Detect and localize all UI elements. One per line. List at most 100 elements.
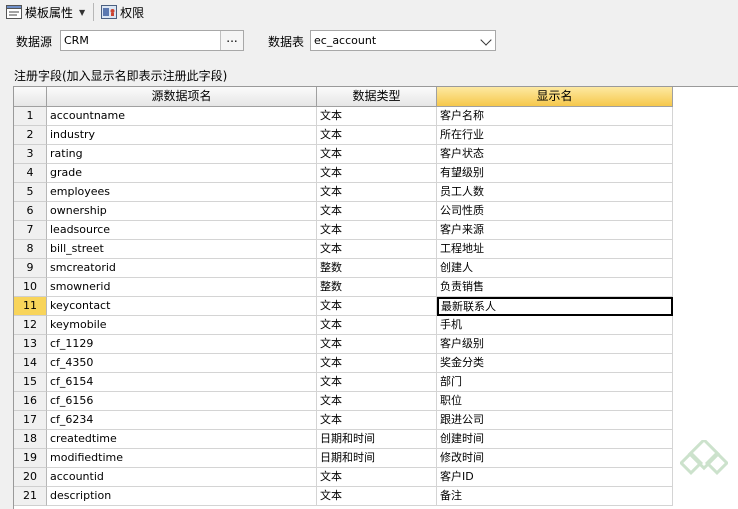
row-number-cell: 4: [14, 164, 47, 183]
table-row[interactable]: 7 leadsource 文本 客户来源: [14, 221, 738, 240]
table-row[interactable]: 16 cf_6156 文本 职位: [14, 392, 738, 411]
source-field-cell: cf_4350: [47, 354, 317, 373]
source-field-cell: bill_street: [47, 240, 317, 259]
table-value: ec_account: [314, 34, 377, 47]
display-name-cell[interactable]: 跟进公司: [437, 411, 673, 430]
table-row[interactable]: 3 rating 文本 客户状态: [14, 145, 738, 164]
display-name-cell[interactable]: 所在行业: [437, 126, 673, 145]
row-number-cell: 2: [14, 126, 47, 145]
data-type-cell: 日期和时间: [317, 449, 437, 468]
table-row[interactable]: 6 ownership 文本 公司性质: [14, 202, 738, 221]
row-number-cell: 5: [14, 183, 47, 202]
row-number-cell: 3: [14, 145, 47, 164]
display-name-cell[interactable]: 员工人数: [437, 183, 673, 202]
header-display-name[interactable]: 显示名: [437, 87, 673, 107]
row-number-cell: 10: [14, 278, 47, 297]
datasource-field[interactable]: CRM ...: [60, 30, 244, 51]
datasource-label: 数据源: [16, 35, 53, 49]
data-type-cell: 整数: [317, 278, 437, 297]
table-row[interactable]: 9 smcreatorid 整数 创建人: [14, 259, 738, 278]
display-name-cell[interactable]: 负责销售: [437, 278, 673, 297]
header-data-type[interactable]: 数据类型: [317, 87, 437, 107]
row-number-cell: 21: [14, 487, 47, 506]
display-name-cell[interactable]: 工程地址: [437, 240, 673, 259]
header-source-field[interactable]: 源数据项名: [47, 87, 317, 107]
table-row[interactable]: 4 grade 文本 有望级别: [14, 164, 738, 183]
display-name-cell[interactable]: 客户ID: [437, 468, 673, 487]
row-number-cell: 1: [14, 107, 47, 126]
source-field-cell: cf_6234: [47, 411, 317, 430]
toolbar-separator: [93, 3, 95, 21]
display-name-cell[interactable]: 备注: [437, 487, 673, 506]
datasource-browse-button[interactable]: ...: [220, 31, 243, 50]
display-name-cell[interactable]: 最新联系人: [437, 297, 673, 316]
row-number-cell: 19: [14, 449, 47, 468]
table-row[interactable]: 21 description 文本 备注: [14, 487, 738, 506]
data-type-cell: 文本: [317, 411, 437, 430]
table-row[interactable]: 18 createdtime 日期和时间 创建时间: [14, 430, 738, 449]
row-number-cell: 17: [14, 411, 47, 430]
source-field-cell: rating: [47, 145, 317, 164]
display-name-cell[interactable]: 部门: [437, 373, 673, 392]
source-field-cell: keycontact: [47, 297, 317, 316]
display-name-cell[interactable]: 奖金分类: [437, 354, 673, 373]
data-type-cell: 文本: [317, 354, 437, 373]
table-select[interactable]: ec_account: [310, 30, 496, 51]
data-type-cell: 文本: [317, 126, 437, 145]
display-name-cell[interactable]: 公司性质: [437, 202, 673, 221]
table-row[interactable]: 19 modifiedtime 日期和时间 修改时间: [14, 449, 738, 468]
source-field-cell: industry: [47, 126, 317, 145]
row-number-cell: 15: [14, 373, 47, 392]
row-number-cell: 9: [14, 259, 47, 278]
data-type-cell: 文本: [317, 145, 437, 164]
source-field-cell: cf_6154: [47, 373, 317, 392]
data-type-cell: 文本: [317, 316, 437, 335]
display-name-cell[interactable]: 职位: [437, 392, 673, 411]
display-name-cell[interactable]: 客户级别: [437, 335, 673, 354]
table-row[interactable]: 11 keycontact 文本 最新联系人: [14, 297, 738, 316]
source-field-cell: smcreatorid: [47, 259, 317, 278]
data-type-cell: 文本: [317, 164, 437, 183]
permissions-icon: [101, 5, 118, 19]
display-name-cell[interactable]: 有望级别: [437, 164, 673, 183]
display-name-cell[interactable]: 客户状态: [437, 145, 673, 164]
template-properties-button[interactable]: 模板属性 ▼: [0, 2, 87, 22]
source-field-cell: ownership: [47, 202, 317, 221]
source-field-cell: cf_6156: [47, 392, 317, 411]
display-name-cell[interactable]: 修改时间: [437, 449, 673, 468]
table-row[interactable]: 1 accountname 文本 客户名称: [14, 107, 738, 126]
table-row[interactable]: 2 industry 文本 所在行业: [14, 126, 738, 145]
table-row[interactable]: 13 cf_1129 文本 客户级别: [14, 335, 738, 354]
row-number-header: [14, 87, 47, 107]
data-type-cell: 文本: [317, 221, 437, 240]
data-type-cell: 整数: [317, 259, 437, 278]
table-row[interactable]: 5 employees 文本 员工人数: [14, 183, 738, 202]
permissions-button[interactable]: 权限: [99, 2, 146, 22]
data-type-cell: 文本: [317, 202, 437, 221]
chevron-down-icon: [480, 34, 492, 46]
chevron-down-icon[interactable]: ▼: [79, 8, 85, 17]
source-field-cell: description: [47, 487, 317, 506]
display-name-cell[interactable]: 创建时间: [437, 430, 673, 449]
form-properties-icon: [6, 5, 22, 19]
display-name-cell[interactable]: 手机: [437, 316, 673, 335]
source-field-cell: smownerid: [47, 278, 317, 297]
source-field-cell: grade: [47, 164, 317, 183]
table-row[interactable]: 17 cf_6234 文本 跟进公司: [14, 411, 738, 430]
table-row[interactable]: 14 cf_4350 文本 奖金分类: [14, 354, 738, 373]
table-row[interactable]: 20 accountid 文本 客户ID: [14, 468, 738, 487]
source-field-cell: accountname: [47, 107, 317, 126]
display-name-cell[interactable]: 客户来源: [437, 221, 673, 240]
datasource-value: CRM: [64, 34, 89, 47]
table-row[interactable]: 10 smownerid 整数 负责销售: [14, 278, 738, 297]
data-type-cell: 文本: [317, 487, 437, 506]
row-number-cell: 16: [14, 392, 47, 411]
table-label: 数据表: [268, 35, 305, 49]
table-row[interactable]: 15 cf_6154 文本 部门: [14, 373, 738, 392]
table-row[interactable]: 8 bill_street 文本 工程地址: [14, 240, 738, 259]
table-row[interactable]: 12 keymobile 文本 手机: [14, 316, 738, 335]
display-name-cell[interactable]: 客户名称: [437, 107, 673, 126]
display-name-cell[interactable]: 创建人: [437, 259, 673, 278]
data-type-cell: 日期和时间: [317, 430, 437, 449]
template-properties-label: 模板属性: [25, 5, 74, 20]
